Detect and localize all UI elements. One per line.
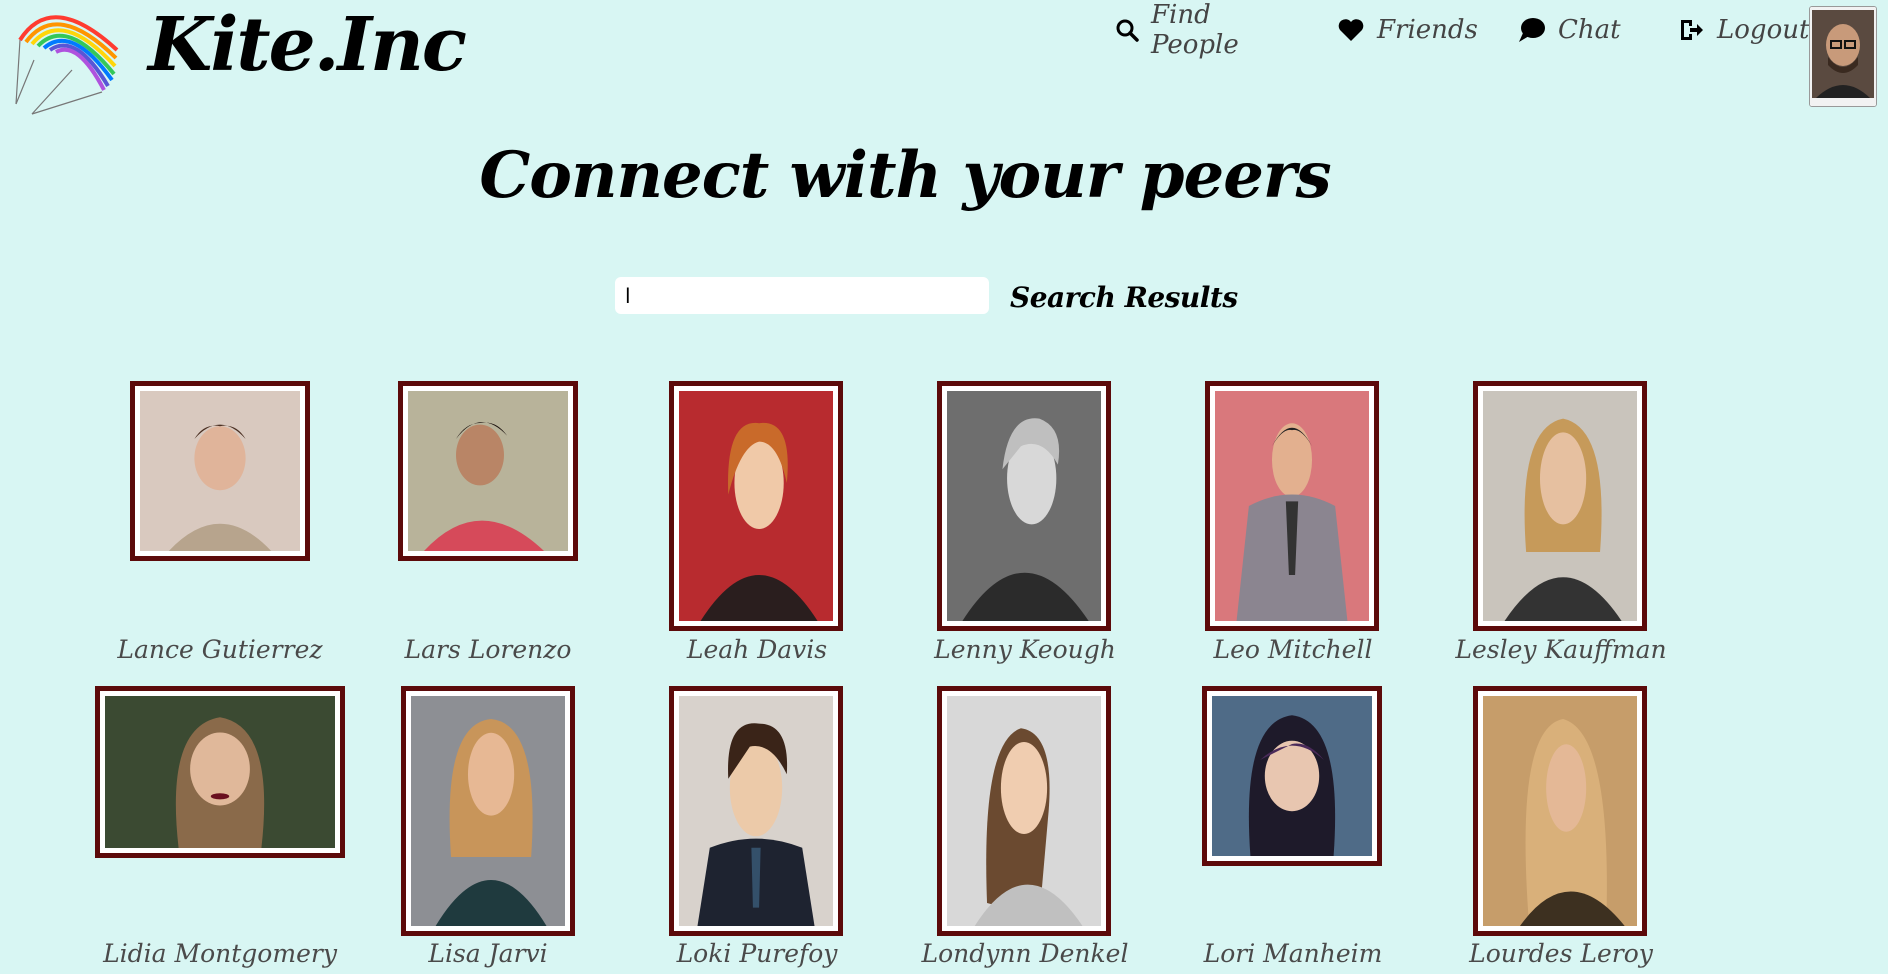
brand-logo[interactable]: Kite.Inc <box>12 0 467 120</box>
person-photo <box>937 686 1111 936</box>
person-photo <box>1202 686 1382 866</box>
person-name: Lance Gutierrez <box>117 635 323 664</box>
heart-icon <box>1337 16 1365 44</box>
nav-friends[interactable]: Friends <box>1337 8 1478 52</box>
person-name: Londynn Denkel <box>921 939 1129 968</box>
person-photo <box>398 381 578 561</box>
brand-name: Kite.Inc <box>148 2 467 88</box>
nav-label: Friends <box>1377 15 1478 45</box>
person-name: Loki Purefoy <box>676 939 838 968</box>
person-name: Lori Manheim <box>1203 939 1383 968</box>
page-title: Connect with your peers <box>479 138 1331 213</box>
nav-label: Chat <box>1558 15 1621 45</box>
person-photo <box>1473 381 1647 631</box>
nav-chat[interactable]: Chat <box>1518 8 1621 52</box>
person-photo <box>669 686 843 936</box>
chat-bubble-icon <box>1518 16 1546 44</box>
person-photo <box>669 381 843 631</box>
search-input[interactable] <box>615 277 989 314</box>
person-photo <box>130 381 310 561</box>
person-photo <box>1473 686 1647 936</box>
nav-label: Logout <box>1717 15 1810 45</box>
person-name: Lidia Montgomery <box>103 939 337 968</box>
person-photo <box>401 686 575 936</box>
search-icon <box>1115 16 1139 44</box>
search-results-label: Search Results <box>1010 281 1238 314</box>
avatar-photo <box>1810 7 1876 106</box>
person-name: Lisa Jarvi <box>428 939 548 968</box>
person-name: Lenny Keough <box>934 635 1116 664</box>
person-photo <box>95 686 345 858</box>
person-name: Lourdes Leroy <box>1469 939 1653 968</box>
nav-find-people[interactable]: Find People <box>1115 0 1243 60</box>
nav-label: Find People <box>1151 0 1239 60</box>
person-name: Lars Lorenzo <box>404 635 572 664</box>
person-photo <box>937 381 1111 631</box>
logout-icon <box>1677 16 1705 44</box>
person-name: Leo Mitchell <box>1213 635 1373 664</box>
person-photo <box>1205 381 1379 631</box>
kite-logo-icon <box>15 15 119 115</box>
user-avatar[interactable] <box>1809 6 1877 107</box>
person-name: Leah Davis <box>686 635 828 664</box>
person-name: Lesley Kauffman <box>1455 635 1667 664</box>
nav-logout[interactable]: Logout <box>1677 8 1809 52</box>
